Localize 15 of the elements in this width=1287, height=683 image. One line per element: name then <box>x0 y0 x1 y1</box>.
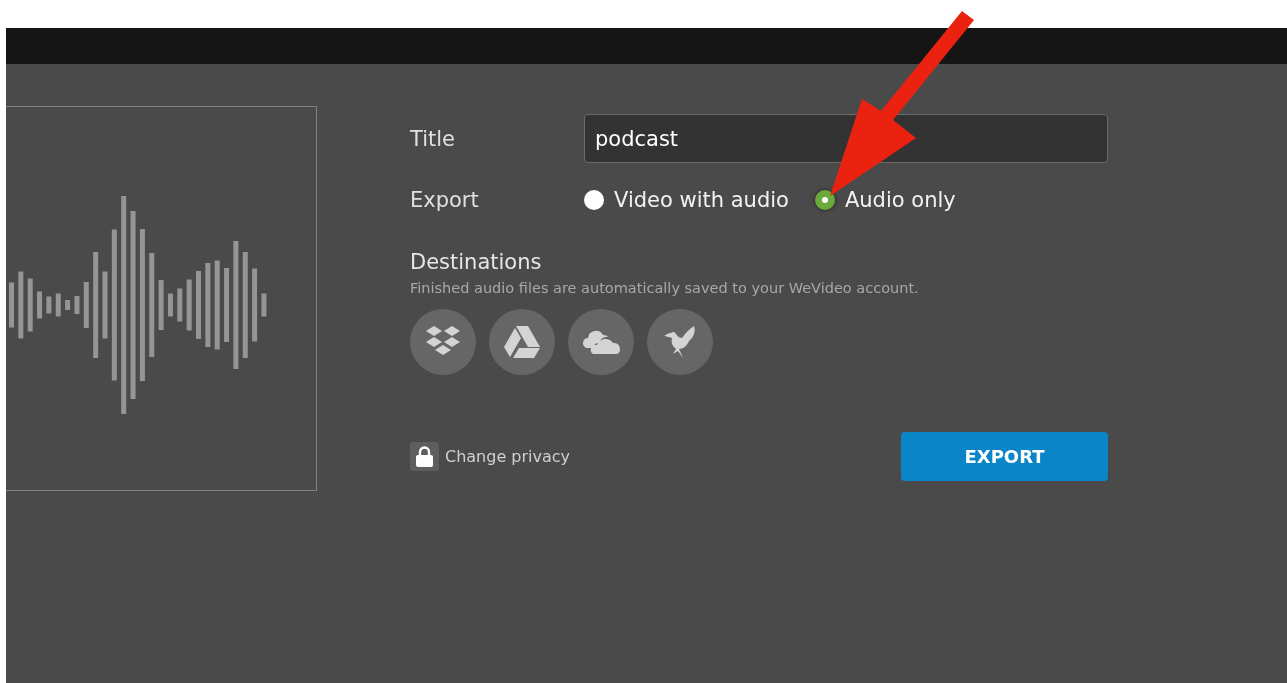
destinations-heading: Destinations <box>410 250 543 274</box>
export-label: Export <box>410 188 480 212</box>
export-button[interactable]: EXPORT <box>901 432 1108 481</box>
cloud-icon <box>581 329 621 355</box>
title-field[interactable]: podcast <box>584 114 1108 163</box>
radio-button[interactable] <box>584 190 604 210</box>
change-privacy-link[interactable]: Change privacy <box>410 442 571 471</box>
lock-icon <box>416 446 433 467</box>
radio-label[interactable]: Audio only <box>844 188 956 212</box>
radio-label[interactable]: Video with audio <box>614 188 789 212</box>
title-label: Title <box>410 126 456 151</box>
radio-button[interactable] <box>814 190 835 210</box>
triangle-icon <box>503 325 541 359</box>
destinations-note: Finished audio files are automatically saved to your WeVideo account. <box>410 280 920 296</box>
change-privacy-text[interactable]: Change privacy <box>445 447 571 466</box>
